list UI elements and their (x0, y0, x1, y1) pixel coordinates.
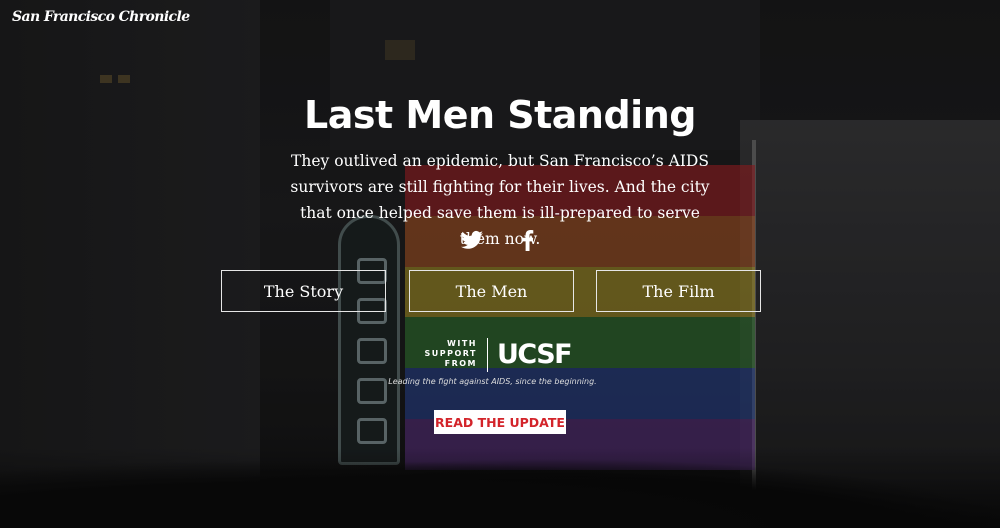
twitter-icon[interactable] (460, 228, 484, 252)
page-title: Last Men Standing (304, 93, 696, 137)
sponsor-tagline: Leading the fight against AIDS, since th… (388, 377, 597, 386)
hero-background-image (0, 0, 1000, 528)
facebook-icon[interactable] (516, 228, 540, 252)
sponsor-divider (487, 338, 488, 372)
social-share (460, 228, 540, 252)
the-men-button[interactable]: The Men (409, 270, 574, 312)
dark-overlay (0, 0, 1000, 528)
the-film-button[interactable]: The Film (596, 270, 761, 312)
with-support-from-label: WITH SUPPORT FROM (424, 339, 477, 368)
chronicle-logo[interactable]: San Francisco Chronicle (12, 9, 190, 25)
the-story-button[interactable]: The Story (221, 270, 386, 312)
ucsf-logo[interactable]: UCSF (497, 339, 573, 370)
read-the-update-button[interactable]: READ THE UPDATE (434, 410, 566, 434)
sponsor-block[interactable]: WITH SUPPORT FROM UCSF (423, 338, 573, 374)
